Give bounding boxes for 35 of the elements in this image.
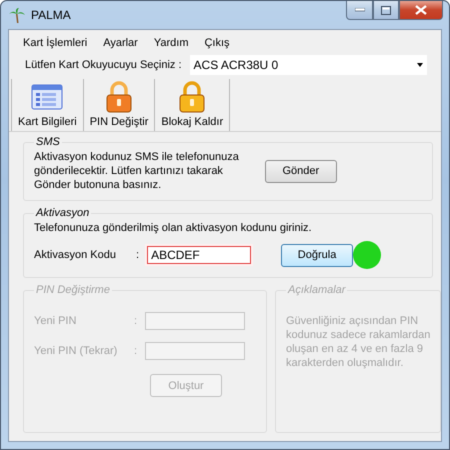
colon-separator: : <box>134 345 138 357</box>
reader-label: Lütfen Kart Okuyucuyu Seçiniz : <box>25 59 182 71</box>
pin-rules-text: Güvenliğiniz açısından PIN kodunuz sadece rakamlardan oluşan en az 4 ve en fazla 9 karakterden oluşmalıdır. <box>286 314 430 370</box>
toolbar-button[interactable]: PIN Değiştir <box>82 79 154 131</box>
group-title: Aktivasyon <box>34 207 90 219</box>
field-label: Yeni PIN <box>34 315 78 327</box>
menu-item[interactable]: Kart İşlemleri <box>15 35 96 51</box>
palm-tree-icon <box>9 7 25 23</box>
send-button[interactable]: Gönder <box>264 160 337 182</box>
minimize-button[interactable] <box>346 1 373 20</box>
field-label: Aktivasyon Kodu <box>34 249 117 261</box>
toolbar-button[interactable]: Blokaj Kaldır <box>154 79 230 131</box>
menu-item[interactable]: Ayarlar <box>95 35 146 51</box>
circle-marker-icon <box>353 241 382 269</box>
menu-item[interactable]: Çıkış <box>196 35 238 51</box>
field-label: Yeni PIN (Tekrar) <box>34 345 118 357</box>
window-list-icon <box>31 84 64 110</box>
close-button[interactable] <box>399 1 443 20</box>
reader-dropdown[interactable]: ACS ACR38U 0 <box>190 55 427 75</box>
maximize-button[interactable] <box>373 1 399 20</box>
group-title: Açıklamalar <box>286 284 347 296</box>
colon-separator: : <box>136 249 140 261</box>
verify-button[interactable]: Doğrula <box>281 244 354 266</box>
group-title: SMS <box>35 136 61 148</box>
sms-instructions: Aktivasyon kodunuz SMS ile telefonunuza gönderilecektir. Lütfen kartınızı takarak Gönder butonuna basınız. <box>34 150 239 192</box>
minimize-icon <box>354 8 364 12</box>
colon-separator: : <box>134 315 138 327</box>
activation-instructions: Telefonunuza gönderilmiş olan aktivasyon kodunu giriniz. <box>34 221 313 235</box>
group-title: PIN Değiştirme <box>35 284 111 296</box>
activation-code-field[interactable]: ABCDEF <box>147 246 252 264</box>
window-title: PALMA <box>31 8 72 22</box>
close-icon <box>415 5 427 15</box>
maximize-icon <box>381 6 391 14</box>
menu-item[interactable]: Yardım <box>146 35 196 51</box>
toolbar-button[interactable]: Kart Bilgileri <box>11 79 83 131</box>
